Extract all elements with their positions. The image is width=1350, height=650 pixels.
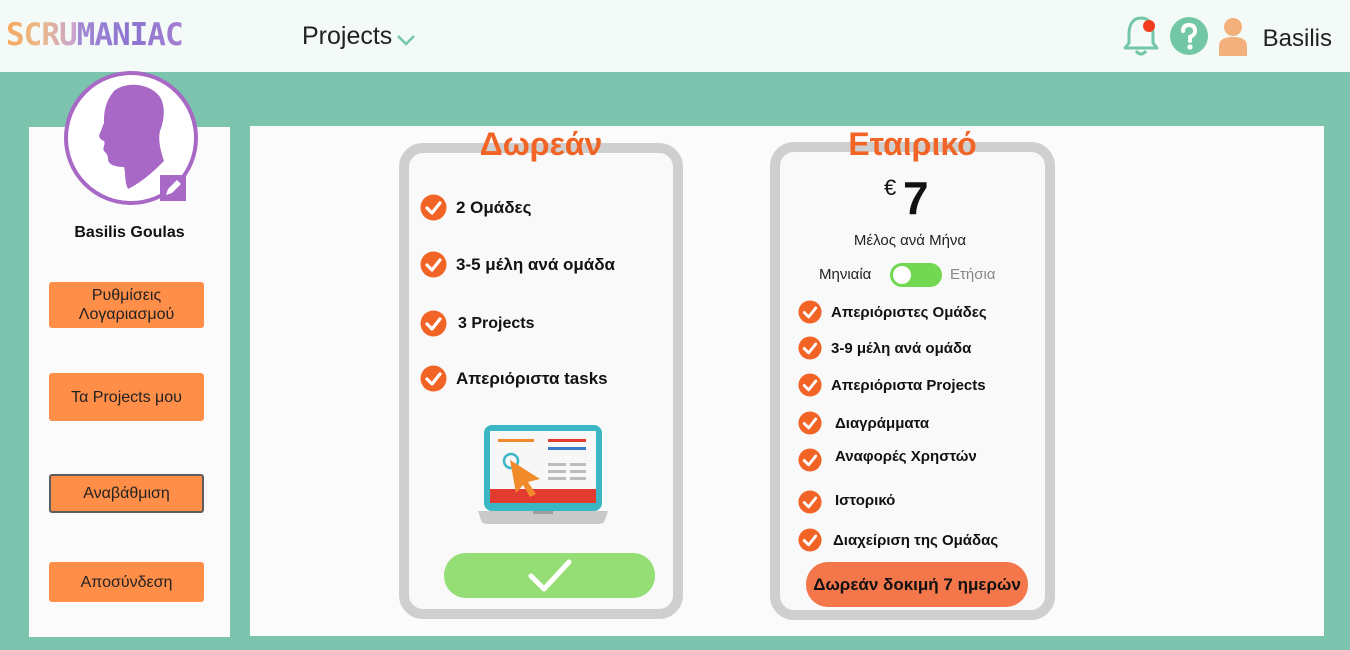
billing-toggle[interactable] [890,263,942,287]
upgrade-button[interactable]: Αναβάθμιση [49,474,204,513]
business-feature-label: Αναφορές Χρηστών [835,447,977,465]
free-feature-item: 3 Projects [420,310,534,337]
logo-part-1: SCRU [6,17,78,53]
check-icon [420,310,447,337]
account-settings-label: Ρυθμίσεις Λογαριασμού [78,287,175,323]
price-period: Μέλος ανά Μήνα [853,232,967,249]
select-free-plan-button[interactable] [444,553,655,598]
my-projects-label: Τα Projects μου [71,388,182,406]
free-feature-label: 3-5 μέλη ανά ομάδα [456,254,616,274]
check-icon [420,251,447,278]
logout-button[interactable]: Αποσύνδεση [49,562,204,602]
user-icon[interactable] [1217,16,1249,61]
check-icon [798,336,822,360]
business-feature-item: Αναφορές Χρηστών [798,448,977,472]
business-feature-item: Διαγράμματα [798,411,929,435]
header-actions: Basilis [1121,14,1332,63]
billing-monthly-label: Μηνιαία [819,266,872,283]
username[interactable]: Basilis [1263,25,1332,53]
projects-menu[interactable]: Projects [302,22,416,51]
business-feature-item: Απεριόριστα Projects [798,373,986,397]
business-feature-label: Διαχείριση της Ομάδας [833,531,999,549]
business-feature-label: Απεριόριστες Ομάδες [831,303,987,321]
top-bar: SCRUMANIAC Projects Basilis [0,0,1350,72]
projects-menu-label: Projects [302,22,393,50]
profile-name: Basilis Goulas [74,224,185,241]
laptop-illustration [478,425,608,524]
free-plan-title: Δωρεάν [479,126,603,162]
free-trial-label: Δωρεάν δοκιμή 7 ημερών [813,574,1021,594]
free-feature-item: 3-5 μέλη ανά ομάδα [420,251,615,278]
logout-label: Αποσύνδεση [80,573,173,591]
edit-avatar-button[interactable] [160,175,186,201]
help-icon[interactable] [1169,16,1209,61]
bell-icon[interactable] [1121,14,1161,63]
check-icon [798,528,822,552]
edit-icon [166,180,181,195]
check-icon [420,194,447,221]
check-icon [798,300,822,324]
price-currency: € [884,175,897,200]
business-feature-label: 3-9 μέλη ανά ομάδα [831,339,972,357]
free-trial-button[interactable]: Δωρεάν δοκιμή 7 ημερών [806,562,1028,607]
app-logo[interactable]: SCRUMANIAC [6,17,184,53]
logo-part-2: MANIAC [76,17,184,53]
check-icon [420,365,447,392]
price-value: 7 [903,172,929,224]
business-feature-item: Απεριόριστες Ομάδες [798,300,987,324]
free-feature-label: 2 Ομάδες [456,197,532,217]
business-feature-label: Απεριόριστα Projects [831,376,986,394]
chevron-down-icon [397,34,416,46]
business-feature-item: 3-9 μέλη ανά ομάδα [798,336,971,360]
check-icon [798,373,822,397]
billing-yearly-label: Ετήσια [950,266,996,283]
upgrade-label: Αναβάθμιση [83,485,170,502]
free-feature-item: 2 Ομάδες [420,194,531,221]
business-feature-item: Διαχείριση της Ομάδας [798,528,998,552]
business-feature-item: Ιστορικό [798,490,895,514]
check-icon [798,411,822,435]
my-projects-button[interactable]: Τα Projects μου [49,373,204,421]
toggle-knob [893,266,911,284]
free-feature-label: 3 Projects [458,314,535,332]
business-feature-label: Διαγράμματα [835,414,930,432]
free-feature-label: Απεριόριστα tasks [456,368,608,388]
free-feature-item: Απεριόριστα tasks [420,365,608,392]
check-icon [798,490,822,514]
business-plan-title: Εταιρικό [848,126,977,162]
account-settings-button[interactable]: Ρυθμίσεις Λογαριασμού [49,282,204,328]
business-feature-label: Ιστορικό [835,491,896,509]
check-icon [798,448,822,472]
check-icon [528,559,571,591]
